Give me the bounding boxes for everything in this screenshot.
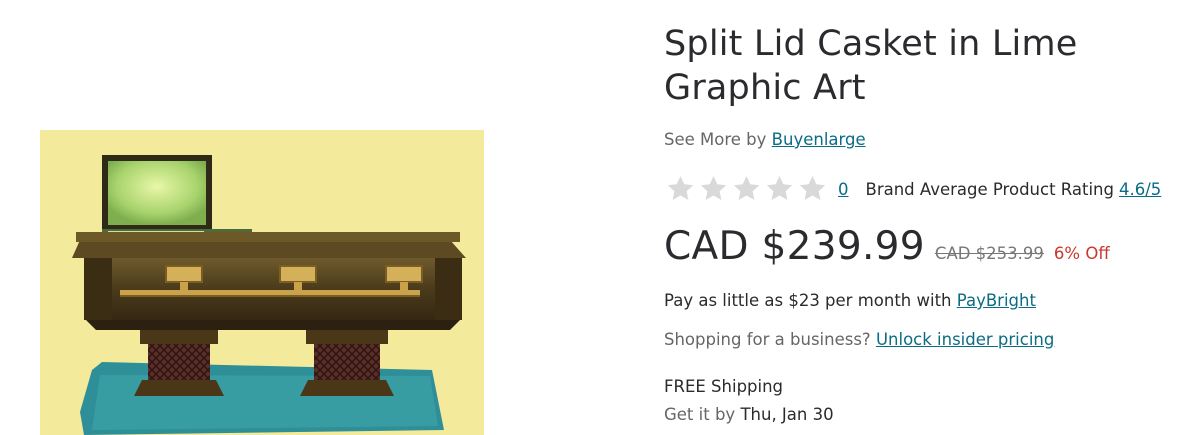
star-outline-icon [667,176,694,200]
current-price: CAD $239.99 [664,224,925,269]
star-outline-icon [766,176,793,200]
brand-average-label: Brand Average Product Rating [865,179,1114,199]
star-outline-icon [700,176,727,200]
discount-badge: 6% Off [1053,244,1110,263]
original-price: CAD $253.99 [934,244,1044,263]
star-outline-icon [733,176,760,200]
shipping-label: FREE Shipping [664,377,784,396]
insider-pricing-link[interactable]: Unlock insider pricing [876,330,1054,349]
delivery-date: Thu, Jan 30 [740,405,834,424]
star-outline-icon [799,176,826,200]
business-text: Shopping for a business? [664,330,871,349]
financing-line: Pay as little as $23 per month with PayB… [664,290,1036,312]
financing-text: Pay as little as $23 per month with [664,291,952,310]
casket-illustration [72,155,466,435]
product-image[interactable] [40,130,484,435]
rating-row: 0 Brand Average Product Rating 4.6/5 [664,173,1161,205]
paybright-link[interactable]: PayBright [957,291,1036,310]
product-title: Split Lid Casket in Lime Graphic Art [664,24,1078,108]
brand-link[interactable]: Buyenlarge [772,130,866,149]
delivery-prefix: Get it by [664,405,736,424]
brand-average-value-link[interactable]: 4.6/5 [1119,180,1161,199]
brand-line: See More by Buyenlarge [664,129,866,151]
price-row: CAD $239.99 CAD $253.99 6% Off [664,222,1110,272]
star-rating[interactable] [664,173,829,205]
see-more-prefix: See More by [664,130,767,149]
review-count-link[interactable]: 0 [838,180,849,199]
business-line: Shopping for a business? Unlock insider … [664,329,1054,351]
delivery-estimate: Get it by Thu, Jan 30 [664,404,834,426]
